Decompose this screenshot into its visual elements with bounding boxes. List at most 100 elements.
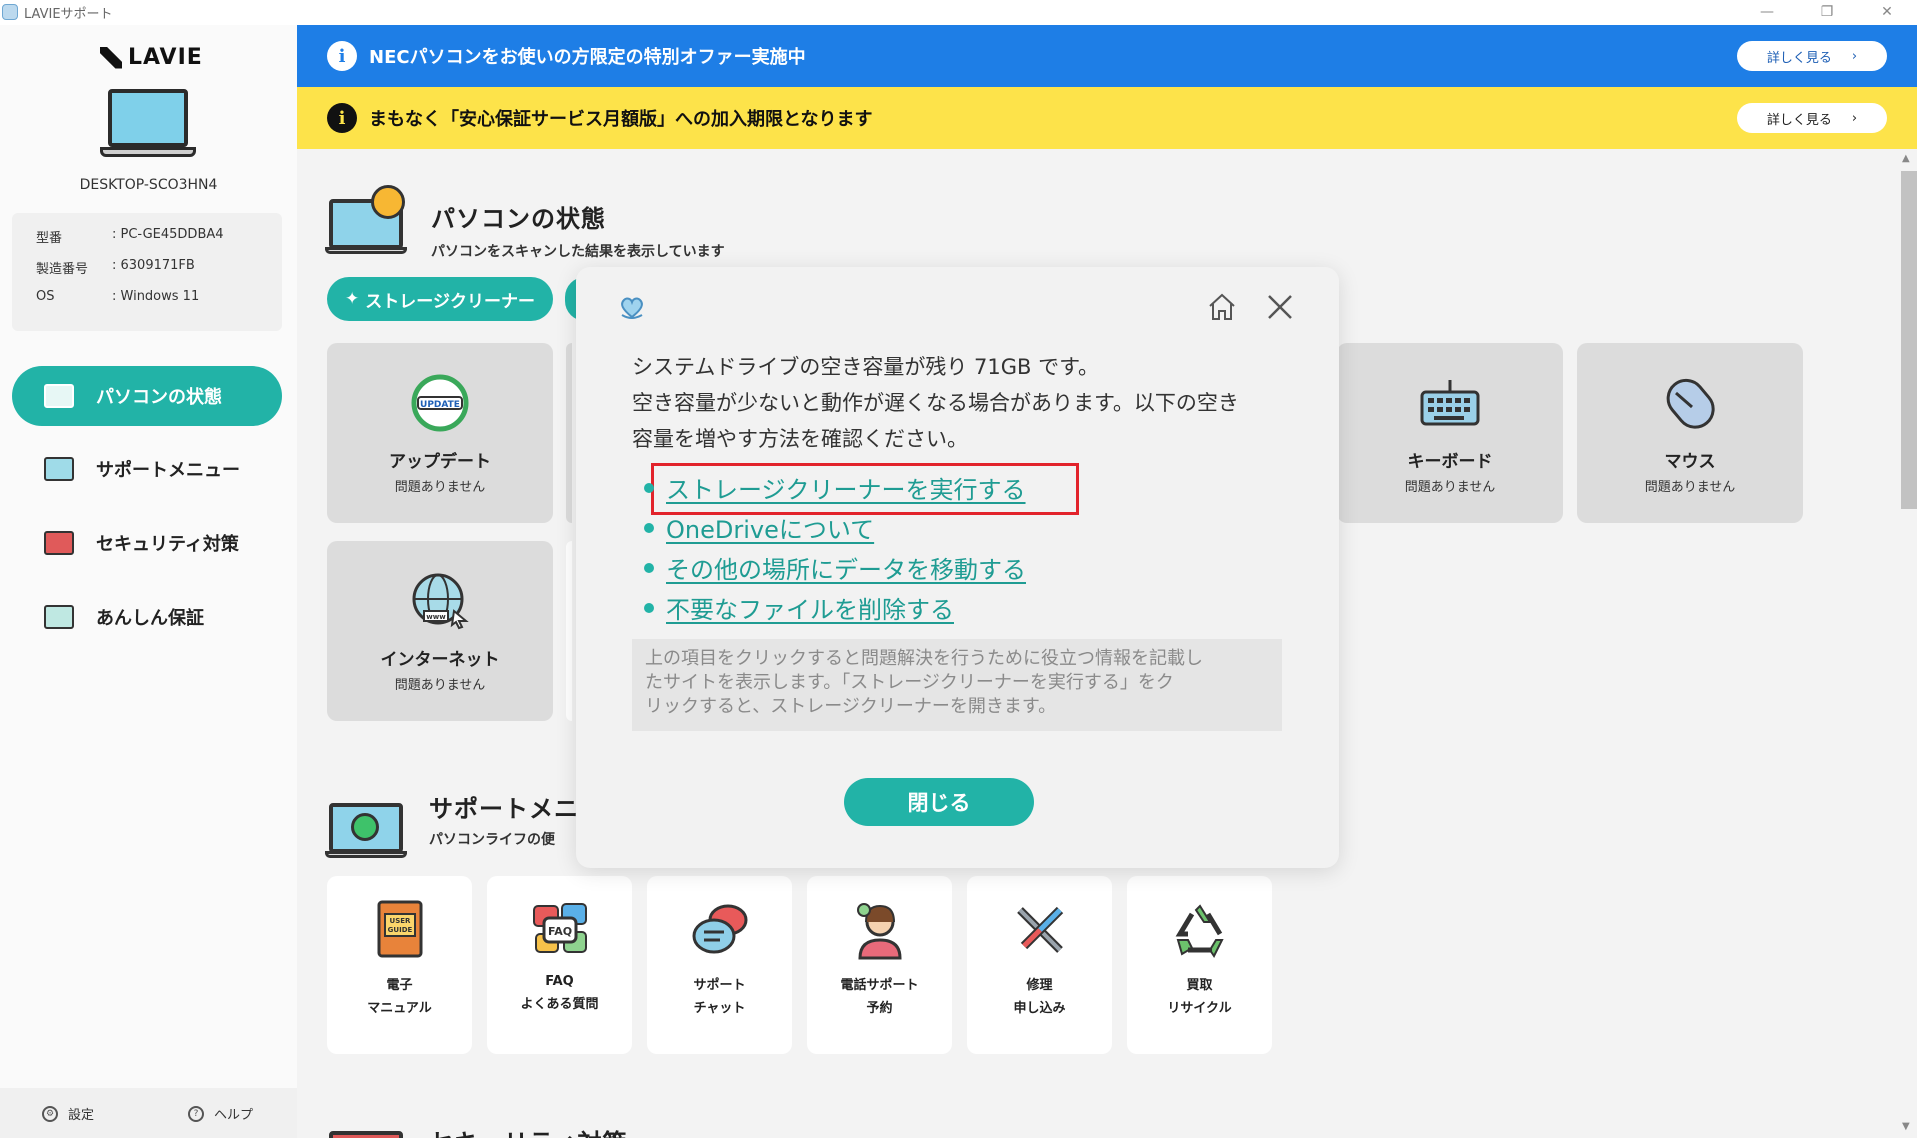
storage-cleaner-label: ストレージクリーナー <box>365 291 535 312</box>
svg-text:UPDATE: UPDATE <box>420 400 460 410</box>
settings-button[interactable]: ⚙ 設定 <box>42 1104 94 1123</box>
help-icon: ? <box>188 1105 204 1122</box>
phone-support-card[interactable]: 電話サポート 予約 <box>807 876 952 1054</box>
onedrive-link[interactable]: OneDriveについて <box>666 510 874 545</box>
gear-icon: ⚙ <box>42 1105 58 1122</box>
user-guide-icon: USER GUIDE <box>370 900 430 960</box>
sidebar-item-support-menu[interactable]: サポートメニュー <box>12 439 282 499</box>
card-name: マウス <box>1664 452 1716 472</box>
minimize-button[interactable]: — <box>1737 0 1797 24</box>
support-item-line1: サポート <box>693 978 746 993</box>
sidebar-item-warranty[interactable]: あんしん保証 <box>12 587 282 647</box>
home-icon[interactable] <box>1206 291 1238 323</box>
support-item-line2: よくある質問 <box>520 997 599 1012</box>
help-label: ヘルプ <box>214 1108 254 1123</box>
bullet-icon <box>644 563 654 573</box>
repair-icon <box>1010 900 1070 960</box>
sidebar-item-label: セキュリティ対策 <box>96 534 239 555</box>
spec-serial: 製造番号: 6309171FB <box>36 258 195 277</box>
card-name: インターネット <box>380 650 500 670</box>
bullet-icon <box>644 483 654 493</box>
window-title: LAVIEサポート <box>24 7 113 22</box>
support-item-line1: 電子 <box>386 978 413 993</box>
support-item-line1: FAQ <box>545 974 574 989</box>
keyboard-card[interactable]: キーボード 問題ありません <box>1337 343 1563 523</box>
sidebar: LAVIE DESKTOP-SCO3HN4 型番: PC-GE45DDBA4 製… <box>0 25 297 1138</box>
keyboard-icon <box>1420 373 1480 433</box>
hidden-card <box>566 343 572 523</box>
support-item-line2: リサイクル <box>1167 1001 1232 1016</box>
sparkle-icon: ✦ <box>345 289 360 309</box>
faq-card[interactable]: FAQ FAQ よくある質問 <box>487 876 632 1054</box>
laptop-icon <box>100 89 196 163</box>
support-item-line2: 申し込み <box>1013 1001 1066 1016</box>
security-icon <box>44 531 74 555</box>
card-name: キーボード <box>1407 452 1493 472</box>
notice-more-button[interactable]: 詳しく見る › <box>1737 103 1887 133</box>
dialog-message-line: 空き容量が少ないと動作が遅くなる場合があります。以下の空き <box>632 391 1239 415</box>
title-bar: LAVIEサポート — ❐ ✕ <box>0 0 1917 25</box>
support-menu-subtitle: パソコンライフの便 <box>429 832 555 848</box>
mouse-icon <box>1660 373 1720 433</box>
info-icon: i <box>327 41 357 71</box>
pc-status-section-icon <box>325 185 409 255</box>
main-scrollbar[interactable]: ▲ ▼ <box>1896 149 1917 1138</box>
dialog-message-line: 容量を増やす方法を確認ください。 <box>632 427 968 451</box>
close-dialog-button[interactable]: 閉じる <box>844 778 1034 826</box>
delete-files-link[interactable]: 不要なファイルを削除する <box>666 590 954 625</box>
bullet-icon <box>644 523 654 533</box>
sidebar-item-security[interactable]: セキュリティ対策 <box>12 513 282 573</box>
card-status: 問題ありません <box>1404 480 1496 495</box>
info-icon: i <box>327 103 357 133</box>
notice-more-label: 詳しく見る <box>1766 112 1832 128</box>
help-button[interactable]: ? ヘルプ <box>188 1104 253 1123</box>
lavie-logo: LAVIE <box>100 45 203 70</box>
chevron-right-icon: › <box>1851 48 1858 64</box>
support-logo-icon <box>618 293 646 321</box>
faq-icon: FAQ <box>530 900 590 960</box>
brand-name: LAVIE <box>128 45 203 70</box>
dialog-note: 上の項目をクリックすると問題解決を行うために役立つ情報を記載し たサイトを表示し… <box>632 639 1282 731</box>
restore-button[interactable]: ❐ <box>1797 0 1857 24</box>
run-storage-cleaner-link[interactable]: ストレージクリーナーを実行する <box>666 470 1026 505</box>
close-icon[interactable] <box>1264 291 1296 323</box>
offer-more-button[interactable]: 詳しく見る › <box>1737 41 1887 71</box>
scroll-thumb[interactable] <box>1901 171 1917 509</box>
bullet-icon <box>644 603 654 613</box>
support-item-line2: マニュアル <box>367 1001 432 1016</box>
dialog-note-line: リックすると、ストレージクリーナーを開きます。 <box>645 696 1057 717</box>
support-item-line1: 修理 <box>1026 978 1053 993</box>
support-item-line1: 買取 <box>1186 978 1213 993</box>
support-menu-title: サポートメニ <box>429 795 579 823</box>
card-name: アップデート <box>389 452 491 472</box>
sidebar-item-pc-status[interactable]: パソコンの状態 <box>12 366 282 426</box>
chat-icon <box>690 900 750 960</box>
security-section-icon <box>329 1117 409 1138</box>
user-guide-card[interactable]: USER GUIDE 電子 マニュアル <box>327 876 472 1054</box>
mouse-card[interactable]: マウス 問題ありません <box>1577 343 1803 523</box>
dialog-message: システムドライブの空き容量が残り 71GB です。 空き容量が少ないと動作が遅く… <box>632 349 1292 457</box>
internet-card[interactable]: www インターネット 問題ありません <box>327 541 553 721</box>
sidebar-footer: ⚙ 設定 ? ヘルプ <box>0 1088 297 1138</box>
settings-label: 設定 <box>68 1108 95 1123</box>
update-card[interactable]: UPDATE アップデート 問題ありません <box>327 343 553 523</box>
svg-text:FAQ: FAQ <box>547 925 571 938</box>
dialog-note-line: 上の項目をクリックすると問題解決を行うために役立つ情報を記載し <box>645 648 1203 669</box>
pc-status-title: パソコンの状態 <box>431 205 606 233</box>
recycle-card[interactable]: 買取 リサイクル <box>1127 876 1272 1054</box>
move-data-link[interactable]: その他の場所にデータを移動する <box>666 550 1026 585</box>
scroll-up-icon[interactable]: ▲ <box>1902 153 1910 164</box>
svg-text:www: www <box>426 613 446 621</box>
scroll-down-icon[interactable]: ▼ <box>1902 1121 1910 1132</box>
repair-card[interactable]: 修理 申し込み <box>967 876 1112 1054</box>
storage-cleaner-button[interactable]: ✦ ストレージクリーナー <box>327 277 553 321</box>
support-section-icon <box>325 789 409 859</box>
chat-card[interactable]: サポート チャット <box>647 876 792 1054</box>
nec-n-logo-icon <box>100 46 122 69</box>
sidebar-item-label: パソコンの状態 <box>96 387 222 408</box>
close-window-button[interactable]: ✕ <box>1857 0 1917 24</box>
svg-text:GUIDE: GUIDE <box>387 926 412 934</box>
offer-more-label: 詳しく見る <box>1766 50 1832 66</box>
sidebar-item-label: サポートメニュー <box>96 460 240 481</box>
sidebar-item-label: あんしん保証 <box>96 608 204 629</box>
